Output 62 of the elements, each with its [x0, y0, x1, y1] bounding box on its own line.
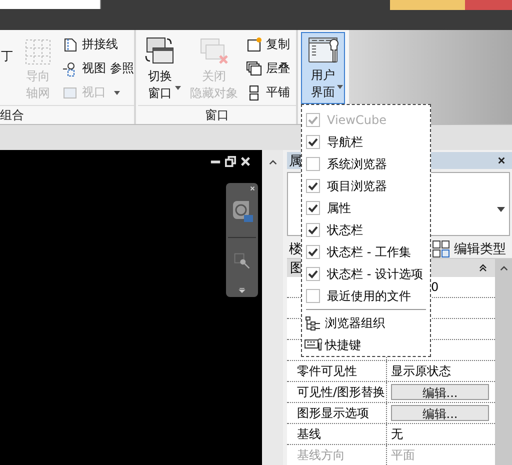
viewport-icon: [62, 84, 78, 100]
property-label: 可见性/图形替换: [287, 382, 387, 402]
menu-item[interactable]: 快捷键: [302, 334, 430, 356]
menu-item[interactable]: 项目浏览器: [302, 175, 430, 197]
caret-icon[interactable]: [238, 286, 246, 294]
menu-item[interactable]: 导航栏: [302, 131, 430, 153]
new-window-icon: [246, 36, 262, 52]
tool-button[interactable]: 丁: [0, 34, 14, 67]
group-label: 窗口: [205, 106, 229, 124]
edit-button[interactable]: 编辑...: [391, 405, 489, 421]
checkbox[interactable]: [306, 245, 320, 259]
keyboard-icon: [304, 337, 322, 353]
panel-title: 属: [289, 152, 302, 170]
checkbox[interactable]: [306, 135, 320, 149]
tool-button[interactable]: 视图 参照: [62, 59, 134, 78]
edit-button[interactable]: 编辑...: [391, 384, 489, 400]
caret-icon: [175, 86, 181, 90]
property-label: 零件可见性: [287, 361, 387, 381]
menu-item[interactable]: 状态栏 - 工作集: [302, 241, 430, 263]
tool-button[interactable]: 层叠: [246, 59, 290, 78]
property-label: 基线方向: [287, 445, 387, 465]
property-value: 显示原状态: [391, 362, 451, 380]
checkbox[interactable]: [306, 179, 320, 193]
property-value: 0: [431, 280, 439, 294]
tool-button[interactable]: 复制: [246, 35, 290, 54]
scrollbar[interactable]: [495, 259, 512, 465]
menu-item[interactable]: 浏览器组织: [302, 312, 430, 334]
property-value: 无: [391, 426, 403, 442]
checkbox[interactable]: [306, 223, 320, 237]
menu-item[interactable]: 系统浏览器: [302, 153, 430, 175]
checkbox[interactable]: [306, 157, 320, 171]
tool-button[interactable]: 平铺: [246, 83, 290, 102]
cascade-icon: [246, 60, 262, 76]
type-filter-field[interactable]: 楼: [287, 240, 302, 258]
caret-icon: [337, 85, 343, 89]
property-label: 基线: [287, 424, 387, 444]
tool-button[interactable]: 用户 界面: [301, 32, 345, 104]
search-field[interactable]: [0, 0, 101, 9]
menu-item[interactable]: 属性: [302, 197, 430, 219]
property-label: 图形显示选项: [287, 403, 387, 423]
caret-icon: [497, 207, 505, 212]
property-value: 平面: [391, 446, 415, 464]
edit-type-button[interactable]: 编辑类型: [432, 240, 506, 258]
scrollbar[interactable]: [262, 150, 283, 465]
menu-item[interactable]: 状态栏: [302, 219, 430, 241]
menu-item[interactable]: 状态栏 - 设计选项: [302, 263, 430, 285]
page-icon: [62, 36, 78, 52]
restore-icon[interactable]: [225, 156, 236, 167]
collapse-icon: [479, 264, 487, 272]
steering-wheel-icon[interactable]: [230, 199, 254, 223]
checkbox[interactable]: [306, 267, 320, 281]
close-icon[interactable]: [240, 156, 251, 167]
tool-button[interactable]: 拼接线: [62, 35, 134, 54]
tool-button[interactable]: 切换 窗口: [138, 34, 182, 104]
checkbox[interactable]: [306, 289, 320, 303]
checkbox[interactable]: [306, 201, 320, 215]
caret-icon: [114, 90, 120, 94]
group-label: 组合: [0, 106, 24, 124]
menu-item[interactable]: 最近使用的文件: [302, 285, 430, 307]
close-icon: [497, 156, 506, 165]
zoom-icon[interactable]: [233, 252, 251, 270]
tree-icon: [304, 315, 322, 331]
